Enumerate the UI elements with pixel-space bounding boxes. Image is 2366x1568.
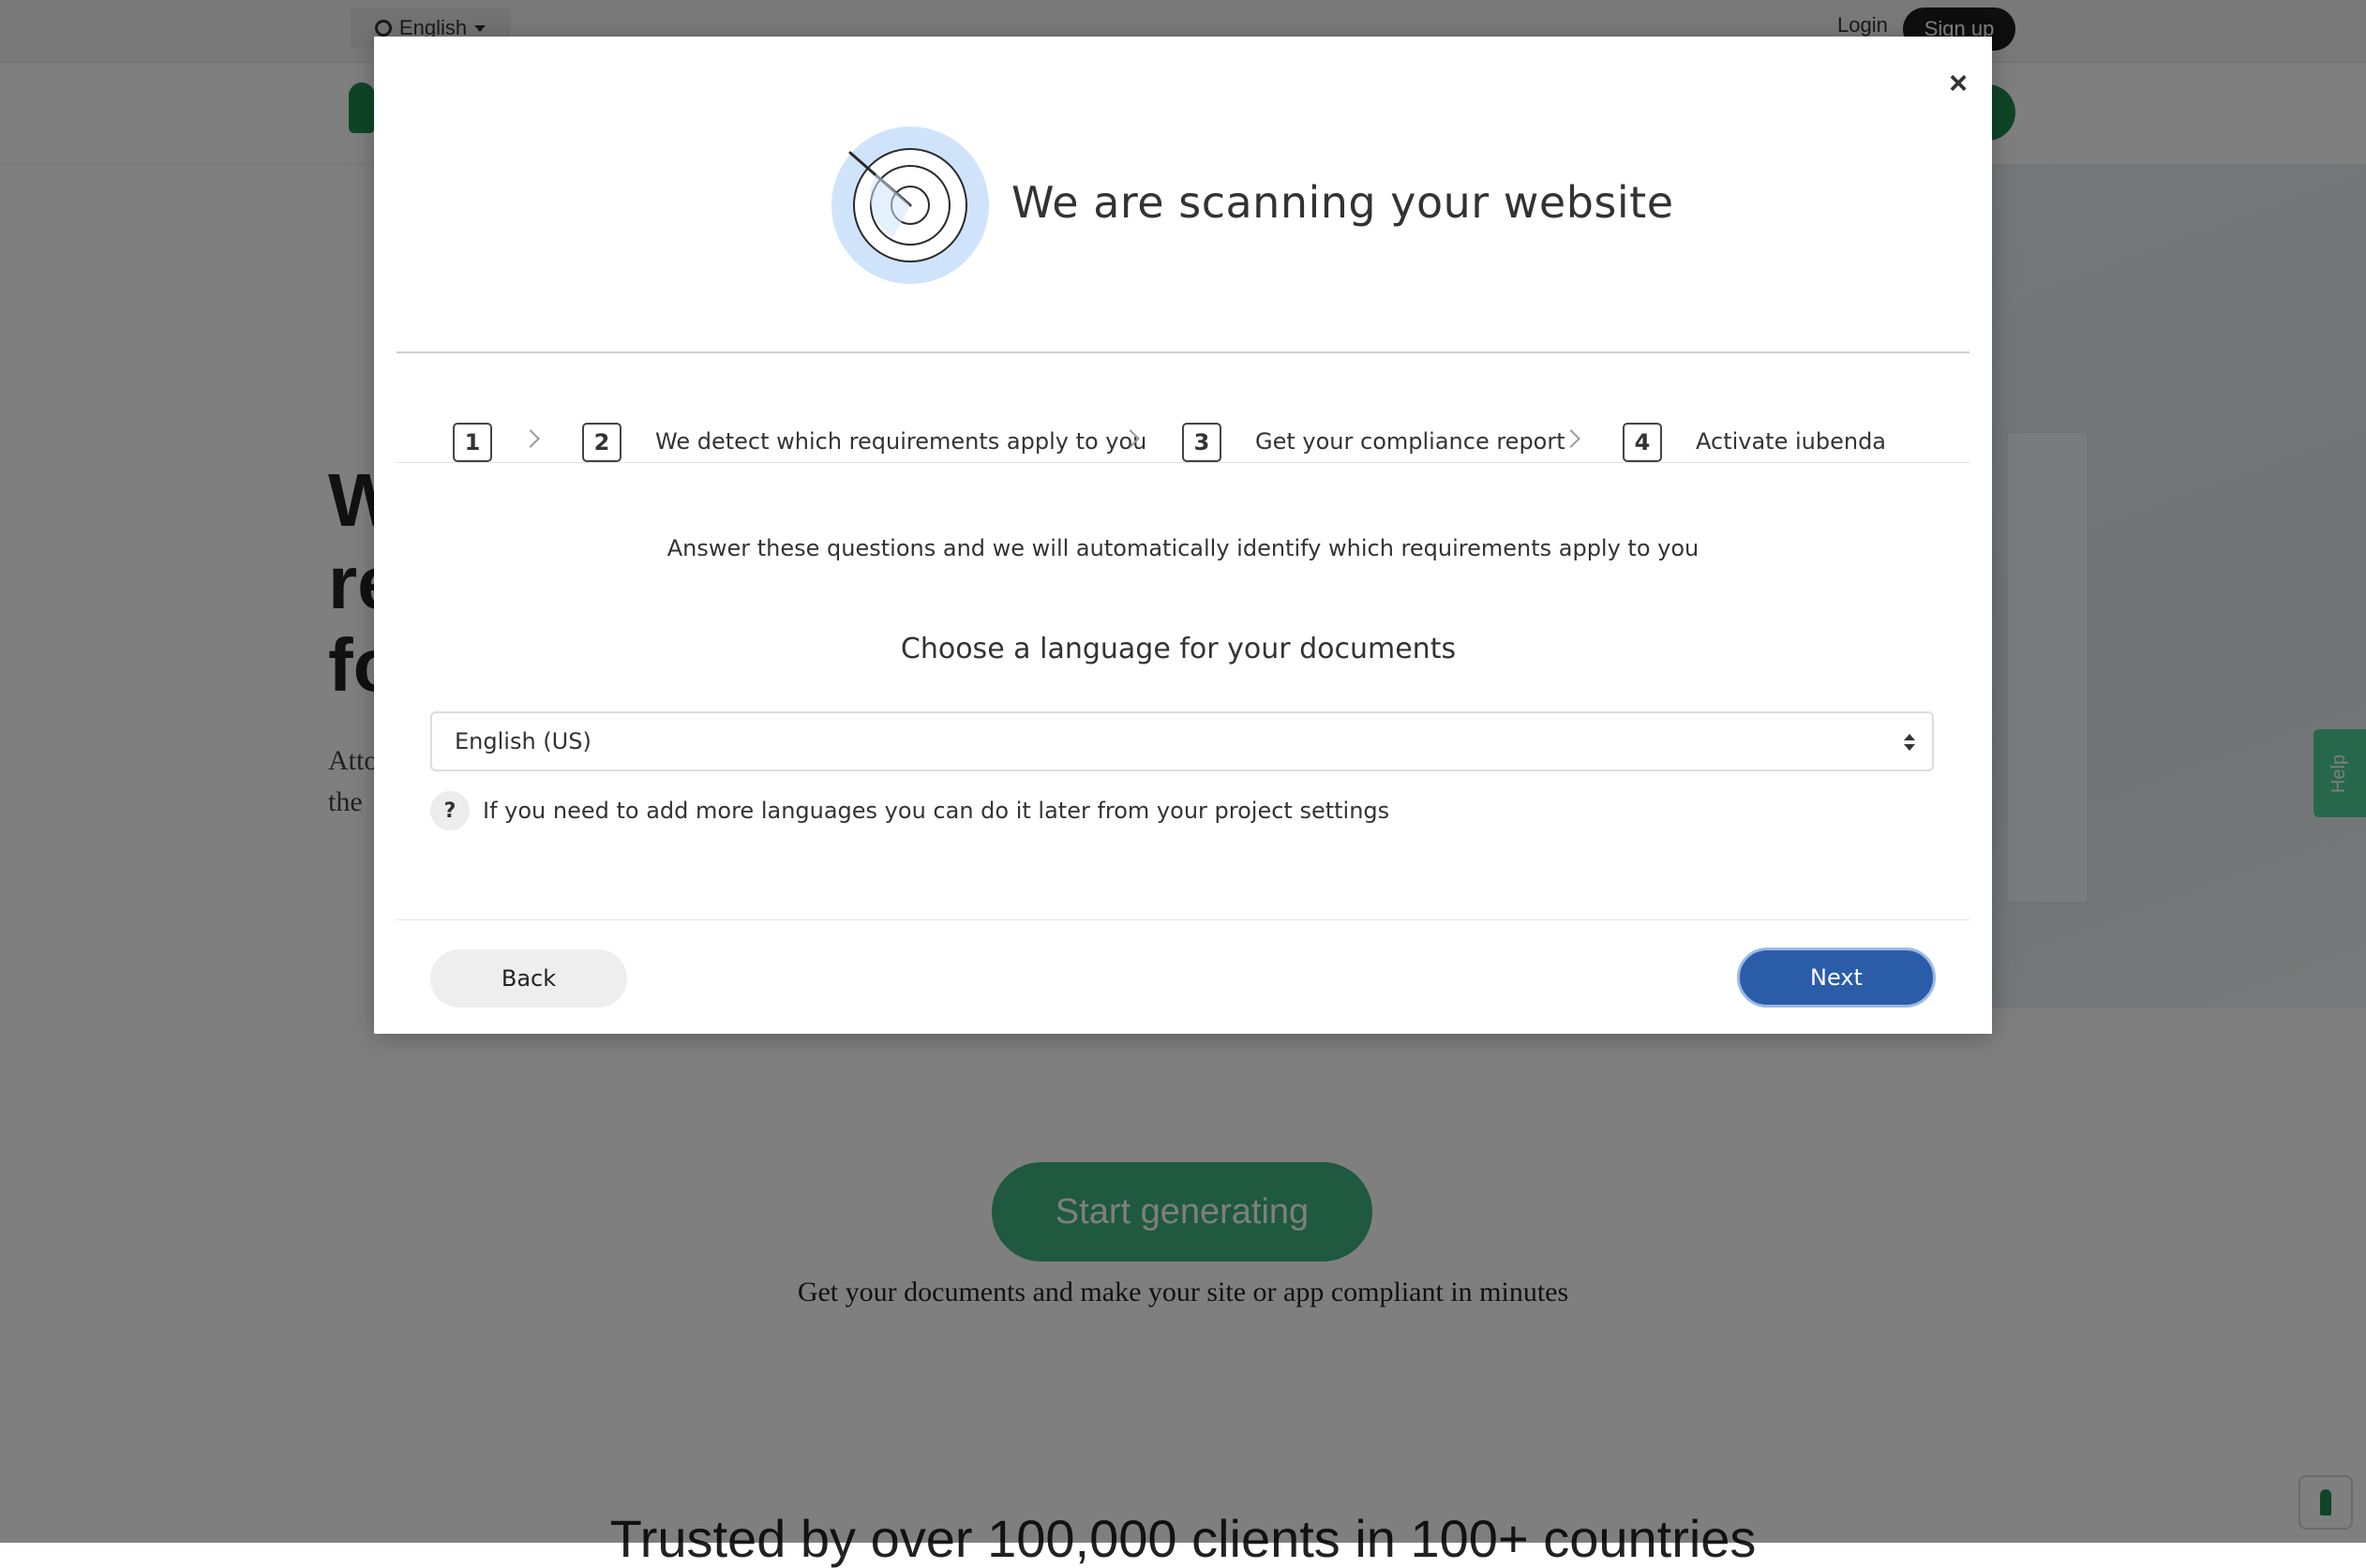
select-arrows-icon [1904, 734, 1915, 753]
question-mark-icon[interactable]: ? [430, 791, 470, 830]
step-1-number: 1 [453, 423, 492, 462]
step-4-label: Activate iubenda [1696, 428, 1887, 455]
question-title: Choose a language for your documents [900, 633, 1457, 665]
stepper: 1 2 We detect which requirements apply t… [374, 351, 1992, 462]
language-hint: ? If you need to add more languages you … [430, 790, 1389, 831]
target-scan-icon [831, 127, 989, 284]
close-icon[interactable]: × [1939, 65, 1977, 102]
step-2-label: We detect which requirements apply to yo… [655, 428, 1147, 455]
modal-title: We are scanning your website [1011, 177, 1674, 228]
next-button[interactable]: Next [1737, 948, 1936, 1008]
chevron-right-icon [521, 429, 540, 448]
back-button[interactable]: Back [430, 949, 627, 1008]
divider [397, 919, 1969, 920]
step-4-number: 4 [1623, 423, 1662, 462]
step-3-number: 3 [1182, 423, 1221, 462]
intro-text: Answer these questions and we will autom… [666, 535, 1700, 561]
divider [397, 462, 1969, 463]
document-language-value: English (US) [455, 728, 592, 754]
step-3-label: Get your compliance report [1255, 428, 1565, 455]
step-2-number: 2 [582, 423, 621, 462]
hint-text: If you need to add more languages you ca… [483, 798, 1390, 824]
document-language-select[interactable]: English (US) [430, 711, 1934, 771]
scan-modal: × We are scanning your website 1 2 We de… [374, 37, 1992, 1034]
